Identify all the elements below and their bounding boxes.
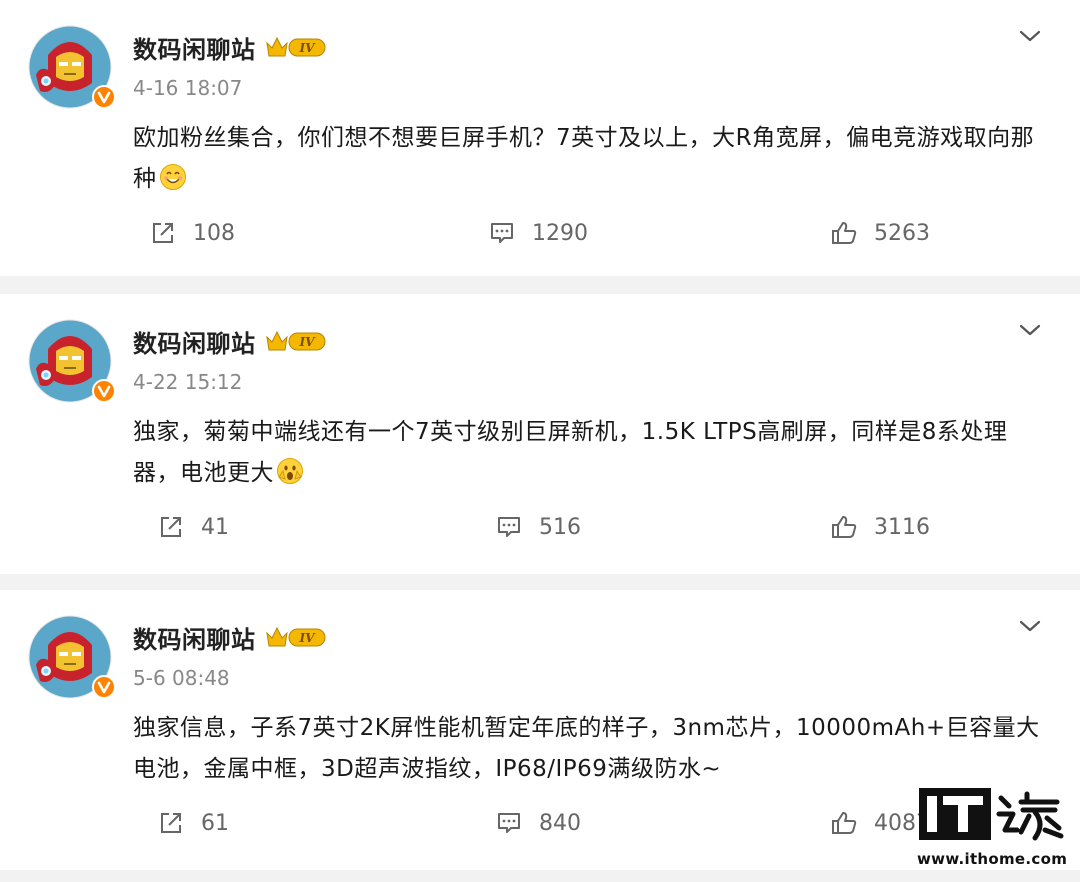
repost-button[interactable]: 61 (157, 808, 229, 838)
post-text: 独家，菊菊中端线还有一个7英寸级别巨屏新机，1.5K LTPS高刷屏，同样是8系… (133, 412, 1043, 494)
crown-badge-icon[interactable] (265, 624, 329, 650)
comment-icon (495, 809, 523, 837)
like-button[interactable]: 3116 (830, 512, 930, 542)
repost-count: 41 (201, 514, 229, 540)
verified-icon (92, 675, 116, 699)
post-timestamp[interactable]: 4-22 15:12 (133, 370, 242, 394)
chevron-down-icon[interactable] (1018, 616, 1042, 636)
like-count: 3116 (874, 514, 930, 540)
weibo-post[interactable]: 数码闲聊站 4-22 15:12 独家，菊菊中端线还有一个7英寸级别巨屏新机，1… (0, 294, 1080, 574)
post-timestamp[interactable]: 5-6 08:48 (133, 666, 230, 690)
post-text-body: 欧加粉丝集合，你们想不想要巨屏手机？7英寸及以上，大R角宽屏，偏电竞游戏取向那种 (133, 125, 1035, 192)
comment-icon (488, 219, 516, 247)
like-icon (830, 809, 858, 837)
weibo-post[interactable]: 数码闲聊站 4-16 18:07 欧加粉丝集合，你们想不想要巨屏手机？7英寸及以… (0, 0, 1080, 276)
author-name[interactable]: 数码闲聊站 (133, 30, 256, 65)
post-timestamp[interactable]: 4-16 18:07 (133, 76, 242, 100)
repost-count: 108 (193, 220, 235, 246)
like-icon (830, 219, 858, 247)
comment-button[interactable]: 1290 (488, 218, 588, 248)
comment-button[interactable]: 516 (495, 512, 581, 542)
post-text: 欧加粉丝集合，你们想不想要巨屏手机？7英寸及以上，大R角宽屏，偏电竞游戏取向那种 (133, 118, 1043, 200)
comment-count: 840 (539, 810, 581, 836)
comment-count: 1290 (532, 220, 588, 246)
post-text-body: 独家，菊菊中端线还有一个7英寸级别巨屏新机，1.5K LTPS高刷屏，同样是8系… (133, 419, 1008, 486)
like-count: 5263 (874, 220, 930, 246)
repost-icon (149, 219, 177, 247)
smile-emoji (159, 163, 187, 191)
post-text-body: 独家信息，子系7英寸2K屏性能机暂定年底的样子，3nm芯片，10000mAh+巨… (133, 715, 1040, 782)
repost-button[interactable]: 41 (157, 512, 229, 542)
avatar[interactable] (28, 615, 112, 699)
like-button[interactable]: 5263 (830, 218, 930, 248)
surprised-emoji (276, 457, 304, 485)
comment-icon (495, 513, 523, 541)
like-icon (830, 513, 858, 541)
watermark-url: www.ithome.com (917, 850, 1068, 868)
avatar[interactable] (28, 25, 112, 109)
avatar[interactable] (28, 319, 112, 403)
repost-count: 61 (201, 810, 229, 836)
crown-badge-icon[interactable] (265, 328, 329, 354)
repost-icon (157, 513, 185, 541)
verified-icon (92, 85, 116, 109)
post-text: 独家信息，子系7英寸2K屏性能机暂定年底的样子，3nm芯片，10000mAh+巨… (133, 708, 1043, 790)
comment-button[interactable]: 840 (495, 808, 581, 838)
like-button[interactable]: 4087 (830, 808, 930, 838)
repost-button[interactable]: 108 (149, 218, 235, 248)
chevron-down-icon[interactable] (1018, 320, 1042, 340)
author-name[interactable]: 数码闲聊站 (133, 324, 256, 359)
author-name[interactable]: 数码闲聊站 (133, 620, 256, 655)
repost-icon (157, 809, 185, 837)
ithome-logo (919, 788, 1064, 841)
chevron-down-icon[interactable] (1018, 26, 1042, 46)
verified-icon (92, 379, 116, 403)
comment-count: 516 (539, 514, 581, 540)
crown-badge-icon[interactable] (265, 34, 329, 60)
ithome-watermark: www.ithome.com (917, 784, 1067, 874)
